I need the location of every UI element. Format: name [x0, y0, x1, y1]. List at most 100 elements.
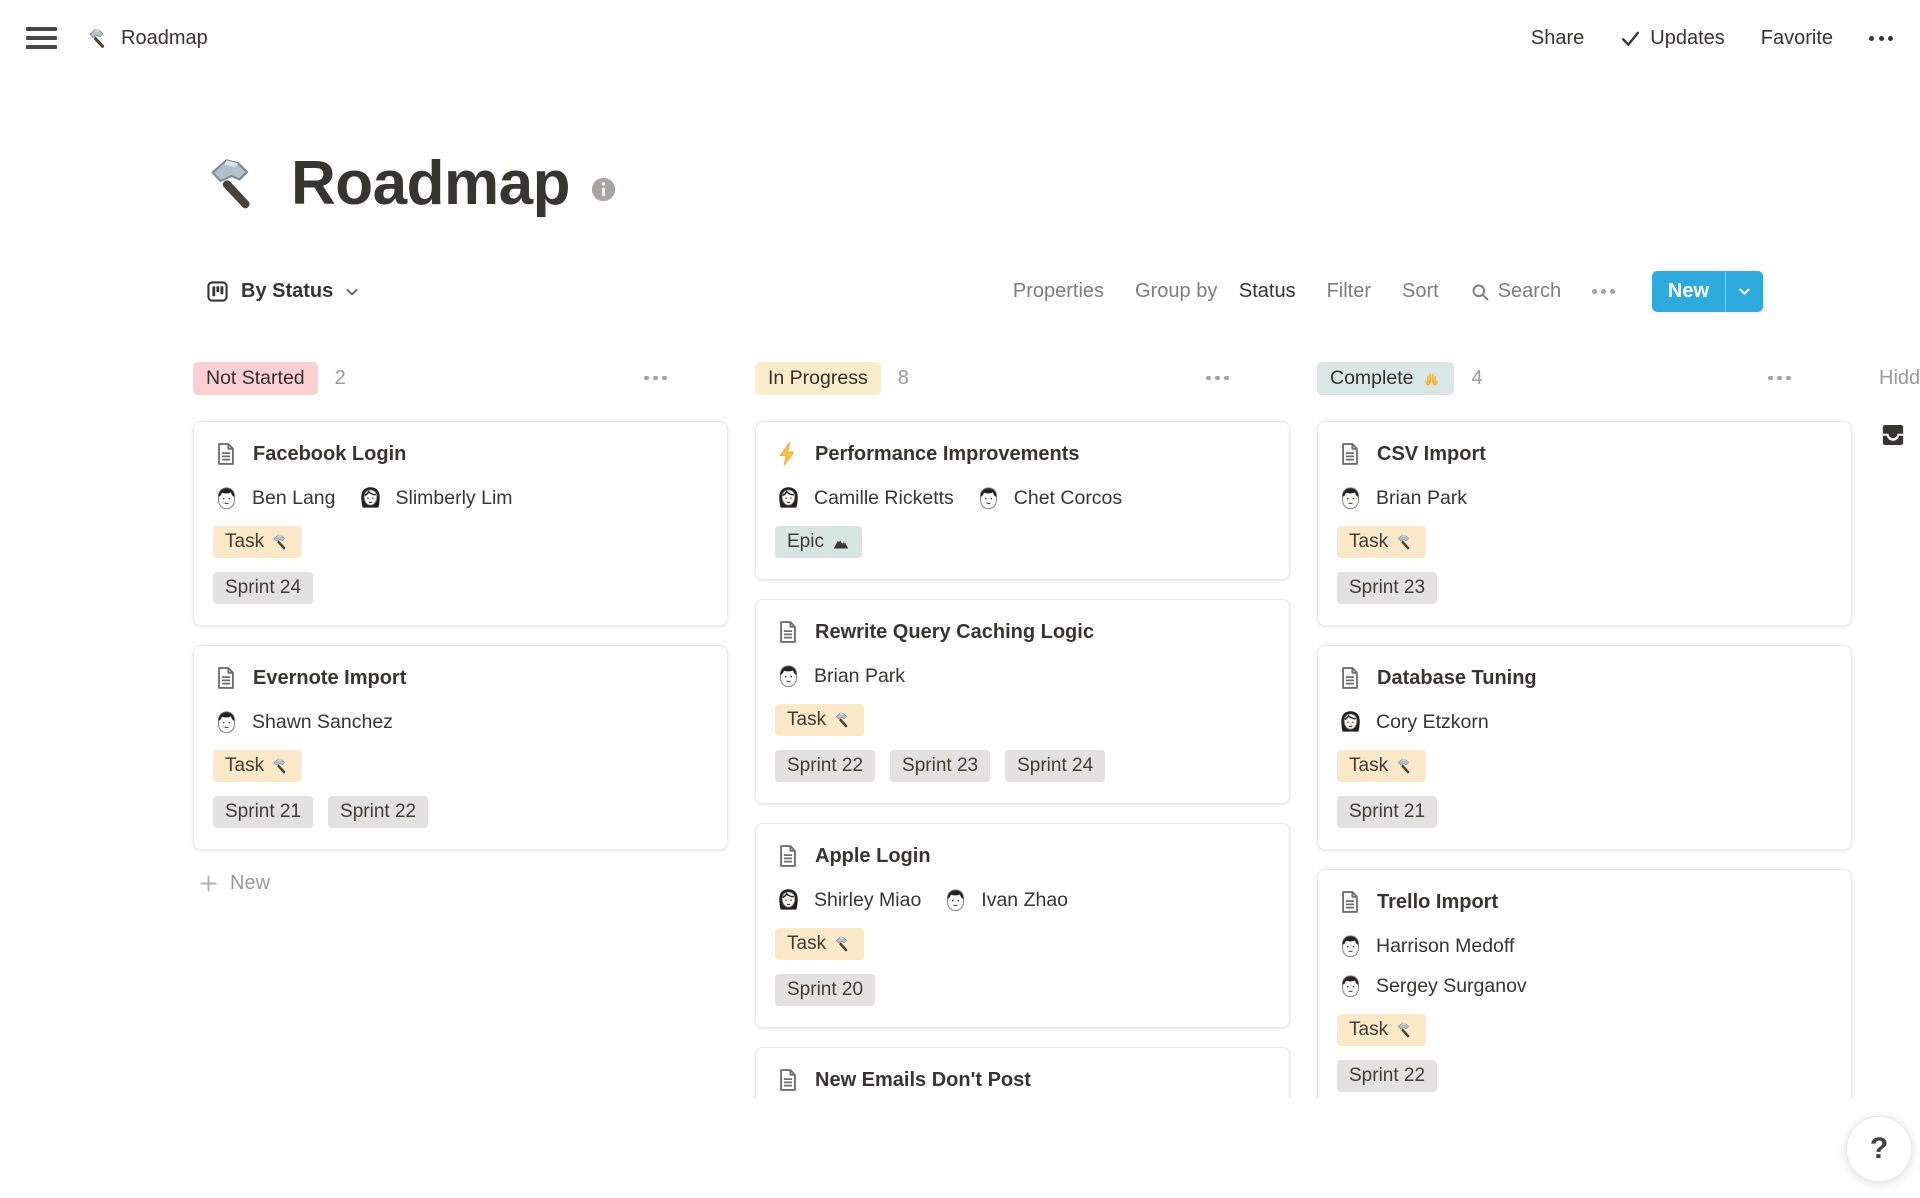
- status-badge[interactable]: Not Started: [193, 361, 318, 395]
- board-card[interactable]: New Emails Don't Post: [755, 1047, 1290, 1098]
- info-icon[interactable]: [590, 176, 617, 203]
- card-title-row: Apple Login: [775, 843, 1270, 869]
- person-chip: Camille Ricketts: [775, 485, 954, 512]
- tag-row: Task: [775, 928, 1270, 960]
- person-name: Ben Lang: [252, 487, 336, 509]
- raised-hands-icon: [1422, 369, 1441, 388]
- card-title: Rewrite Query Caching Logic: [815, 620, 1094, 643]
- board-card[interactable]: Facebook Login Ben Lang Slimberly Lim Tas…: [193, 421, 728, 626]
- new-button-label[interactable]: New: [1652, 271, 1725, 312]
- tag-task: Task: [1337, 526, 1427, 558]
- column-add-icon[interactable]: [691, 367, 714, 390]
- board-card[interactable]: Apple Login Shirley Miao Ivan Zhao Task Sp…: [755, 823, 1290, 1028]
- view-switcher[interactable]: By Status: [193, 279, 360, 304]
- tag-row: Task: [213, 526, 708, 558]
- help-button[interactable]: ?: [1846, 1116, 1912, 1182]
- toolbar-more-icon[interactable]: [1592, 289, 1615, 294]
- board-card[interactable]: Evernote Import Shawn Sanchez Task Sprint…: [193, 645, 728, 850]
- card-title-row: New Emails Don't Post: [775, 1067, 1270, 1093]
- card-title: Trello Import: [1377, 890, 1499, 913]
- board-column-in-progress: In Progress 8 Performance Improvements C…: [755, 358, 1290, 1098]
- person-name: Chet Corcos: [1013, 487, 1123, 509]
- topbar-left: Roadmap: [26, 27, 208, 50]
- document-icon: [213, 665, 239, 691]
- hammer-icon: [1396, 1021, 1414, 1039]
- sort-button[interactable]: Sort: [1402, 280, 1439, 303]
- card-title: Database Tuning: [1377, 666, 1537, 689]
- column-count: 4: [1471, 366, 1483, 389]
- breadcrumb[interactable]: Roadmap: [87, 27, 208, 50]
- tag-row: Task: [775, 704, 1270, 736]
- person-name: Shirley Miao: [814, 889, 922, 911]
- card-title-row: Performance Improvements: [775, 441, 1270, 467]
- share-button[interactable]: Share: [1531, 27, 1584, 50]
- hamburger-menu-icon[interactable]: [26, 27, 57, 49]
- updates-button[interactable]: Updates: [1620, 27, 1725, 50]
- add-card-label: New: [230, 872, 271, 894]
- card-title: Performance Improvements: [815, 442, 1080, 465]
- card-title: Apple Login: [815, 844, 931, 867]
- person-name: Cory Etzkorn: [1376, 711, 1489, 733]
- hidden-groups-label[interactable]: Hidden groups: [1879, 358, 1920, 398]
- tag-sprint-21: Sprint 21: [1337, 796, 1438, 828]
- person-chip: Ivan Zhao: [942, 887, 1068, 914]
- avatar: [1337, 709, 1364, 736]
- favorite-button[interactable]: Favorite: [1761, 27, 1833, 50]
- avatar: [775, 887, 802, 914]
- person-chip: Ben Lang: [213, 485, 336, 512]
- tag-task: Task: [213, 750, 303, 782]
- column-more-icon[interactable]: [1206, 375, 1229, 381]
- tag-row: Task: [1337, 1014, 1832, 1046]
- group-by-button[interactable]: Group by Status: [1135, 280, 1296, 303]
- document-icon: [213, 441, 239, 467]
- filter-button[interactable]: Filter: [1327, 280, 1371, 303]
- column-add-icon[interactable]: [1815, 367, 1838, 390]
- card-title: New Emails Don't Post: [815, 1068, 1031, 1091]
- search-button[interactable]: Search: [1470, 280, 1561, 303]
- hammer-icon: [87, 27, 110, 50]
- column-count: 8: [897, 366, 909, 389]
- hammer-icon: [834, 935, 852, 953]
- card-title-row: Evernote Import: [213, 665, 708, 691]
- hidden-group-row[interactable]: No Status: [1879, 421, 1920, 449]
- person-chip: Cory Etzkorn: [1337, 709, 1489, 736]
- tag-row: Sprint 21 Sprint 22: [213, 796, 708, 828]
- column-header: Not Started 2: [193, 358, 728, 398]
- breadcrumb-title: Roadmap: [121, 26, 208, 49]
- column-more-icon[interactable]: [1768, 375, 1791, 381]
- tag-task: Task: [1337, 750, 1427, 782]
- ellipsis-icon: [1869, 35, 1893, 41]
- board-card[interactable]: Trello Import Harrison Medoff Sergey Surg…: [1317, 869, 1852, 1098]
- add-card-button[interactable]: New: [193, 871, 276, 896]
- status-badge-label: In Progress: [768, 366, 868, 389]
- board-card[interactable]: Performance Improvements Camille Rickett…: [755, 421, 1290, 580]
- inbox-icon: [1879, 421, 1907, 449]
- column-header: In Progress 8: [755, 358, 1290, 398]
- column-more-icon[interactable]: [644, 375, 667, 381]
- tag-row: Epic: [775, 526, 1270, 558]
- status-badge[interactable]: In Progress: [755, 361, 881, 395]
- document-icon: [775, 619, 801, 645]
- person-name: Sergey Surganov: [1376, 975, 1527, 997]
- avatar: [1337, 485, 1364, 512]
- board-card[interactable]: CSV Import Brian Park Task Sprint 23: [1317, 421, 1852, 626]
- person-name: Slimberly Lim: [395, 487, 513, 509]
- avatar: [1337, 933, 1364, 960]
- tag-sprint-22: Sprint 22: [775, 750, 876, 782]
- board-card[interactable]: Rewrite Query Caching Logic Brian Park T…: [755, 599, 1290, 804]
- column-add-icon[interactable]: [1253, 367, 1276, 390]
- card-title-row: Database Tuning: [1337, 665, 1832, 691]
- document-icon: [1337, 441, 1363, 467]
- status-badge[interactable]: Complete: [1317, 361, 1455, 395]
- new-button-dropdown[interactable]: [1725, 271, 1763, 312]
- view-toolbar: By Status Properties Group by Status Fil…: [193, 271, 1763, 312]
- hammer-icon: [272, 757, 290, 775]
- board-card[interactable]: Database Tuning Cory Etzkorn Task Sprint …: [1317, 645, 1852, 850]
- more-options-icon[interactable]: [1869, 35, 1893, 41]
- tag-row: Sprint 20: [775, 974, 1270, 1006]
- properties-button[interactable]: Properties: [1013, 280, 1104, 303]
- card-title: CSV Import: [1377, 442, 1486, 465]
- new-button[interactable]: New: [1651, 271, 1763, 312]
- tag-epic: Epic: [775, 526, 862, 558]
- card-tags: Task Sprint 20: [775, 928, 1270, 1006]
